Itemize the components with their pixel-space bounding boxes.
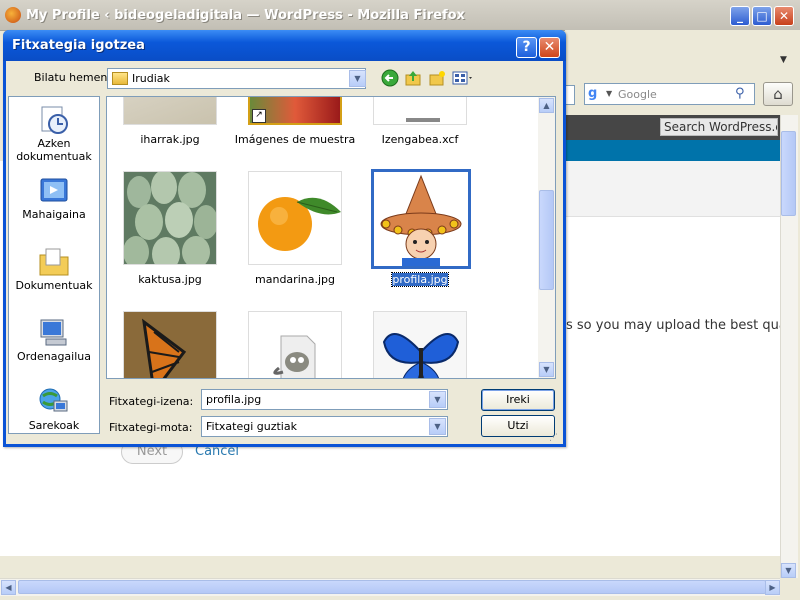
filename-value: profila.jpg [206,393,262,406]
engine-dropdown-icon[interactable]: ▼ [606,89,612,98]
view-menu-icon[interactable] [450,69,476,89]
minimize-button[interactable]: _ [730,6,750,26]
search-placeholder: Google [618,88,657,101]
place-network[interactable]: Sarekoak [9,387,99,432]
scroll-right-arrow-icon[interactable]: ▶ [765,580,780,595]
wp-search-input[interactable]: Search WordPress.com [660,118,778,136]
place-recent-documents[interactable]: Azken dokumentuak [9,105,99,163]
urlbar-edge[interactable] [565,85,575,105]
google-engine-icon[interactable]: g [588,86,604,102]
cancel-button[interactable]: Utzi [481,415,555,437]
place-label: Sarekoak [28,419,80,432]
file-list-scroll-up-icon[interactable]: ▲ [539,98,554,113]
place-desktop[interactable]: Mahaigaina [9,176,99,221]
place-computer[interactable]: Ordenagailua [9,318,99,363]
place-documents[interactable]: Dokumentuak [9,247,99,292]
file-thumb-blue-butterfly[interactable] [373,311,467,378]
file-thumb-gimp[interactable] [248,311,342,378]
scroll-down-arrow-icon[interactable]: ▼ [781,563,796,578]
filename-input[interactable]: profila.jpg ▼ [201,389,448,410]
place-label: Mahaigaina [22,208,86,221]
place-label: Dokumentuak [15,279,93,292]
filetype-value: Fitxategi guztiak [206,420,297,433]
file-name-selected[interactable]: profila.jpg [355,272,485,287]
maximize-button[interactable]: □ [752,6,772,26]
documents-icon [38,247,70,277]
file-name[interactable]: iharrak.jpg [107,133,235,146]
chevron-down-icon[interactable]: ▼ [429,391,446,408]
file-list: iharrak.jpg ↗ Imágenes de muestra Izenga… [106,96,556,379]
page-vertical-scroll-thumb[interactable] [781,131,796,216]
place-label: Azken dokumentuak [16,137,92,163]
file-thumb-leaves[interactable] [123,97,217,125]
close-window-button[interactable]: ✕ [774,6,794,26]
folder-icon [112,72,128,85]
filetype-label: Fitxategi-mota: [109,421,193,434]
desktop-icon [38,176,70,206]
file-thumb-monarch-butterfly[interactable] [123,311,217,378]
file-name[interactable]: Izengabea.xcf [355,133,485,146]
chevron-down-icon[interactable]: ▼ [429,418,446,435]
scroll-left-arrow-icon[interactable]: ◀ [1,580,16,595]
help-button[interactable]: ? [516,37,537,58]
file-thumb-xcf[interactable] [373,97,467,125]
page-horizontal-scroll-thumb[interactable] [18,580,766,594]
dialog-title: Fitxategia igotzea [12,38,145,53]
resize-grip-icon[interactable]: ⋰ [549,433,558,443]
place-label: Ordenagailua [17,350,91,363]
back-icon[interactable] [380,69,400,89]
up-folder-icon[interactable] [403,69,423,89]
file-name[interactable]: mandarina.jpg [230,273,360,286]
window-title: My Profile ‹ bideogeladigitala — WordPre… [26,8,465,23]
filetype-dropdown[interactable]: Fitxategi guztiak ▼ [201,416,448,437]
file-list-scroll-thumb[interactable] [539,190,554,290]
wp-nav-bar [565,140,780,161]
look-in-value: Irudiak [132,72,170,85]
new-folder-icon[interactable] [427,69,447,89]
file-thumb-folder-shortcut[interactable]: ↗ [248,97,342,125]
file-thumb-sombrero-boy[interactable] [371,169,471,269]
filename-label: Fitxategi-izena: [109,395,194,408]
upload-instructions: s so you may upload the best qual [566,318,791,333]
dialog-close-button[interactable]: ✕ [539,37,560,58]
recent-documents-icon [38,105,70,135]
file-thumb-tangerine[interactable] [248,171,342,265]
places-bar: Azken dokumentuak Mahaigaina Dokumentuak… [8,96,100,434]
file-name[interactable]: kaktusa.jpg [107,273,235,286]
file-list-scroll-down-icon[interactable]: ▼ [539,362,554,377]
wp-header-strip [565,161,780,217]
file-name[interactable]: Imágenes de muestra [230,133,360,146]
look-in-dropdown[interactable]: Irudiak ▼ [107,68,366,89]
search-icon[interactable]: ⚲ [735,86,745,101]
shortcut-arrow-icon: ↗ [252,109,266,123]
file-thumb-cactus[interactable] [123,171,217,265]
toolbar-overflow-icon[interactable]: ▼ [780,55,787,65]
firefox-logo-icon [5,7,21,23]
computer-icon [38,318,70,348]
chevron-down-icon[interactable]: ▼ [349,70,366,87]
home-button[interactable]: ⌂ [763,82,793,106]
open-button[interactable]: Ireki [481,389,555,411]
look-in-label: Bilatu hemen: [34,71,112,84]
network-icon [38,387,70,417]
search-box[interactable]: g ▼ Google ⚲ [584,83,755,105]
